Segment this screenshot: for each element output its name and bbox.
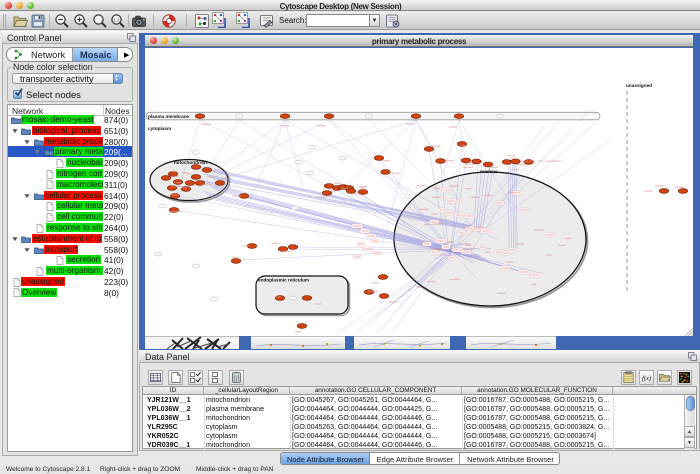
svg-text:nucleus: nucleus — [480, 169, 498, 174]
svg-text:endoplasmic reticulum: endoplasmic reticulum — [258, 278, 309, 283]
svg-text:f(x): f(x) — [642, 375, 651, 382]
svg-text:1:1: 1:1 — [113, 17, 120, 22]
svg-text:unassigned: unassigned — [626, 83, 652, 88]
svg-text:plasma membrane: plasma membrane — [148, 114, 190, 119]
svg-text:cytoplasm: cytoplasm — [148, 126, 171, 131]
